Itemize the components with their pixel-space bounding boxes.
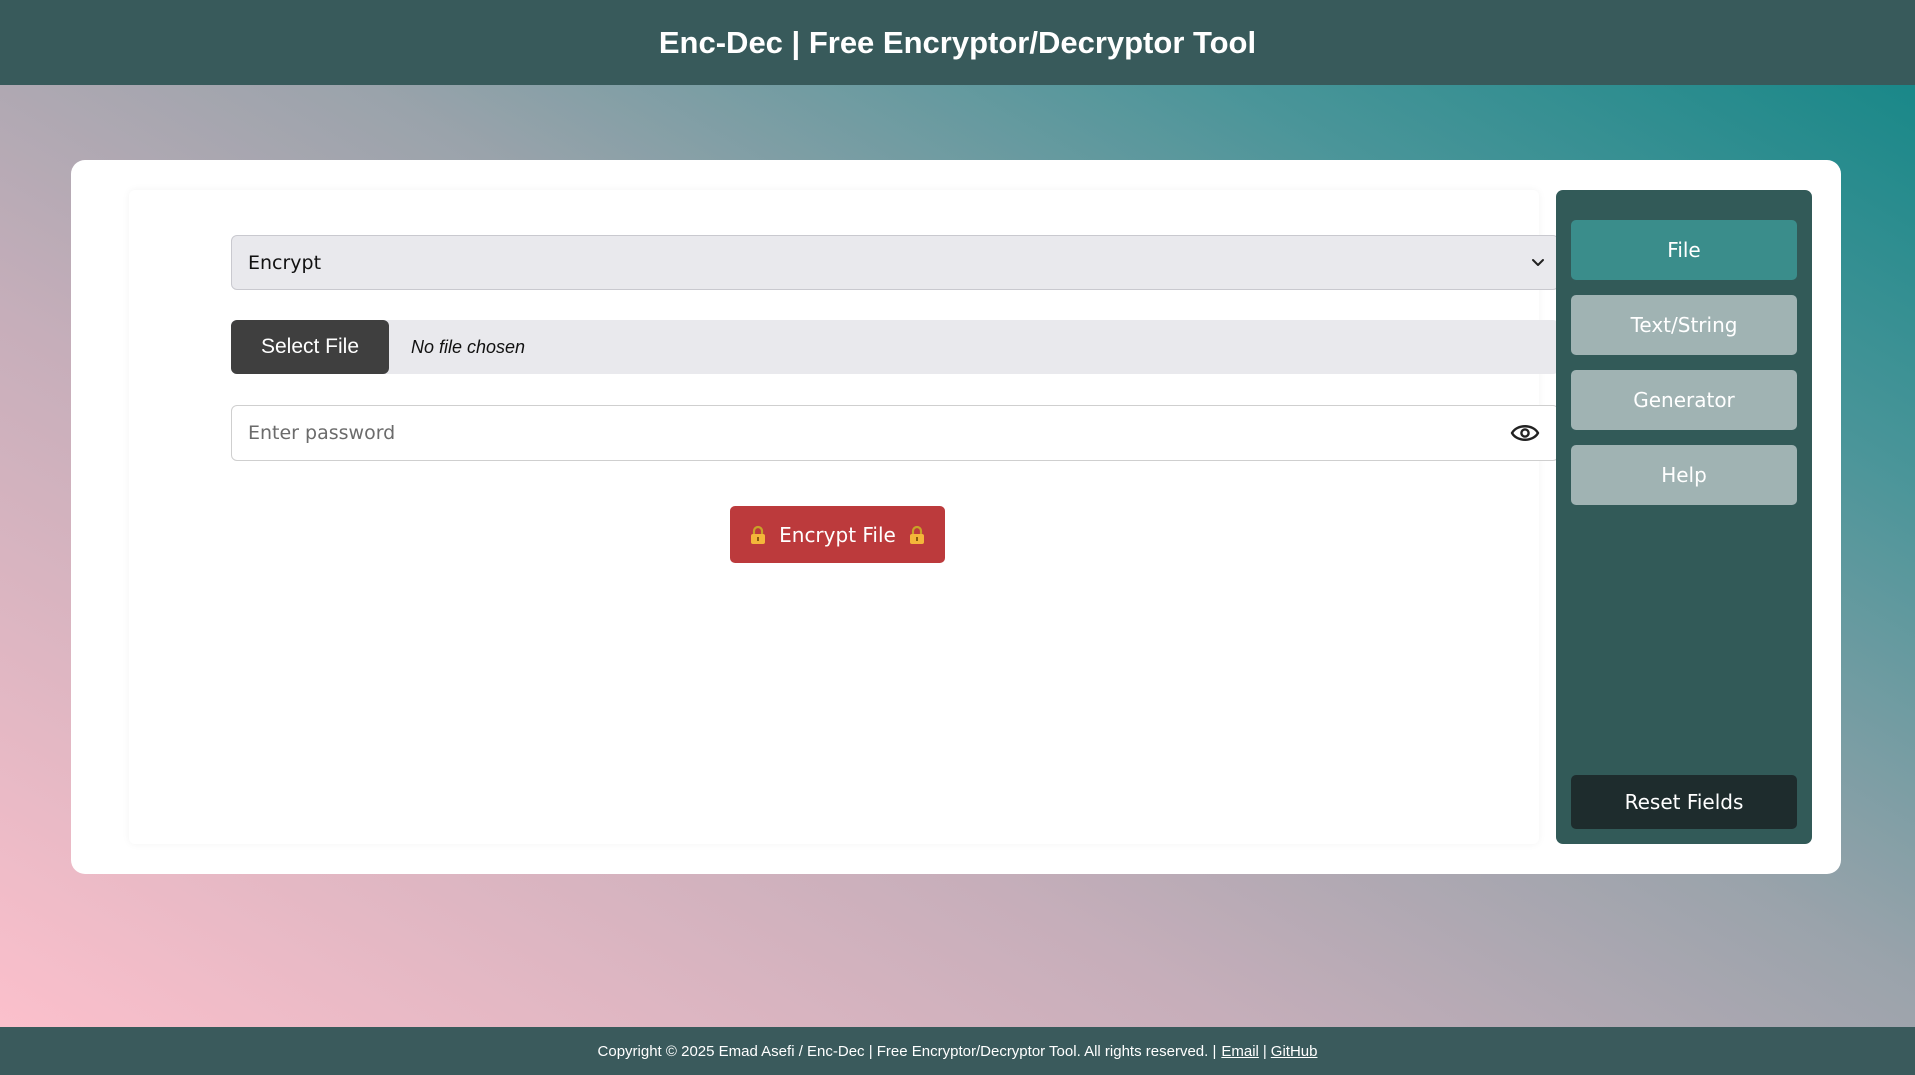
app-header: Enc-Dec | Free Encryptor/Decryptor Tool <box>0 0 1915 85</box>
main-card: Encrypt Select File No file chosen Encry… <box>71 160 1841 874</box>
eye-icon[interactable] <box>1510 419 1540 447</box>
reset-fields-button[interactable]: Reset Fields <box>1571 775 1797 829</box>
tab-text-string[interactable]: Text/String <box>1571 295 1797 355</box>
encrypt-file-label: Encrypt File <box>779 522 896 547</box>
tab-file[interactable]: File <box>1571 220 1797 280</box>
mode-select[interactable]: Encrypt <box>231 235 1559 290</box>
footer: Copyright © 2025 Emad Asefi / Enc-Dec | … <box>0 1027 1915 1075</box>
file-input[interactable]: Select File No file chosen <box>231 320 1559 374</box>
github-link[interactable]: GitHub <box>1271 1043 1318 1060</box>
select-file-label: Select File <box>260 335 360 358</box>
tab-text-string-label: Text/String <box>1630 313 1738 337</box>
content-panel: Encrypt Select File No file chosen Encry… <box>129 190 1559 844</box>
tab-generator[interactable]: Generator <box>1571 370 1797 430</box>
encrypt-file-button[interactable]: Encrypt File <box>730 506 945 563</box>
tab-help[interactable]: Help <box>1571 445 1797 505</box>
email-link[interactable]: Email <box>1221 1043 1259 1060</box>
password-input[interactable] <box>232 406 1482 460</box>
mode-select-value: Encrypt <box>248 251 322 274</box>
tab-file-label: File <box>1667 238 1701 262</box>
password-field <box>231 405 1559 461</box>
file-status-text: No file chosen <box>411 336 526 357</box>
reset-fields-label: Reset Fields <box>1624 790 1744 814</box>
lock-icon <box>909 525 924 544</box>
tab-help-label: Help <box>1661 463 1707 487</box>
copyright-text: Copyright © 2025 Emad Asefi / Enc-Dec | … <box>597 1042 1217 1060</box>
page-title: Enc-Dec | Free Encryptor/Decryptor Tool <box>658 24 1257 60</box>
lock-icon <box>751 525 766 544</box>
tab-generator-label: Generator <box>1633 388 1735 412</box>
sidebar: File Text/String Generator Help Reset Fi… <box>1556 190 1812 844</box>
select-file-button[interactable]: Select File <box>231 320 389 374</box>
footer-separator: | <box>1262 1042 1267 1060</box>
chevron-down-icon <box>1532 259 1544 266</box>
